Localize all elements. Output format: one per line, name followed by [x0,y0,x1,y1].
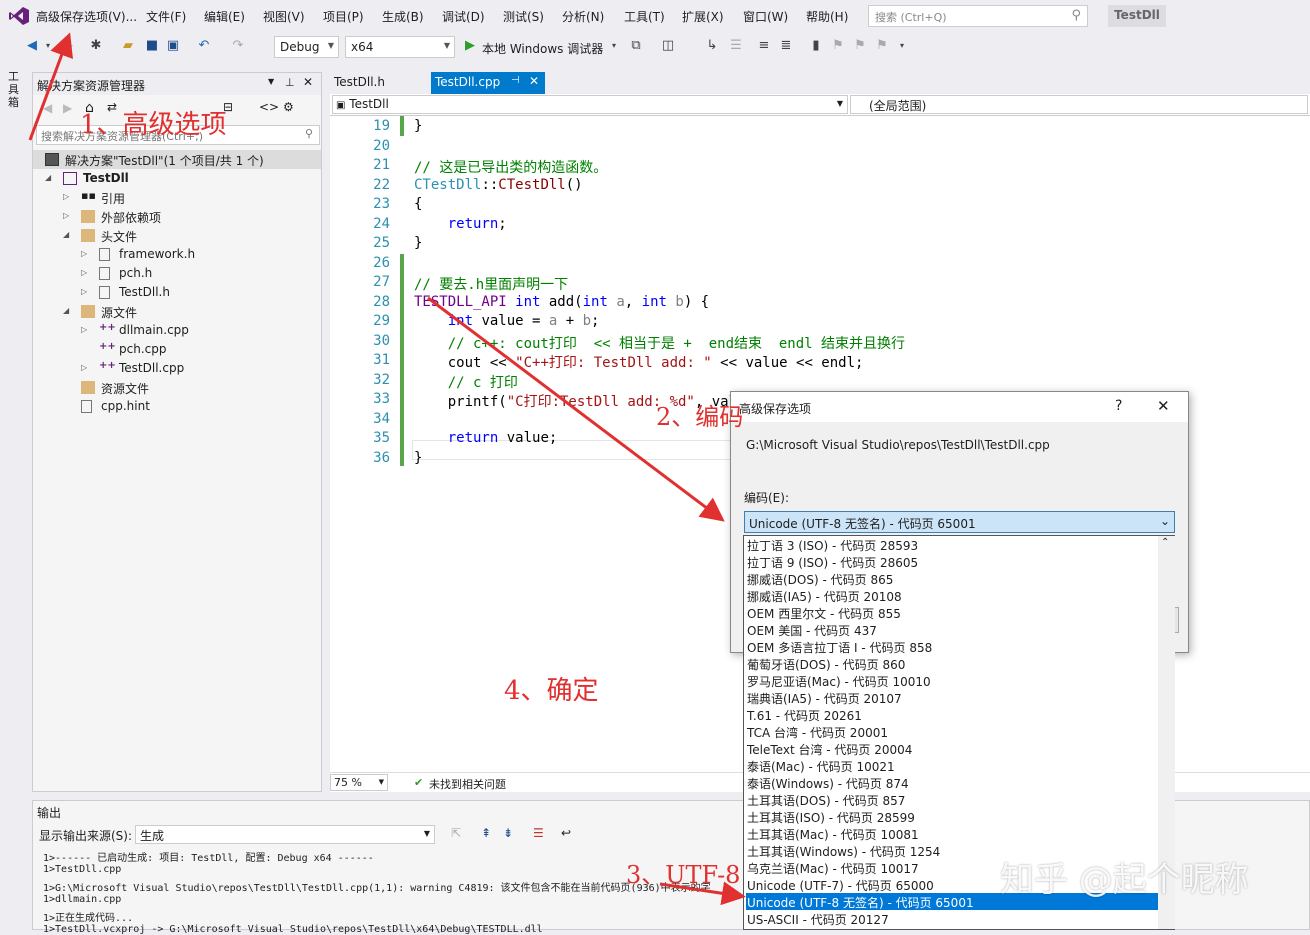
annotation-utf8: 3、UTF-8 [626,861,741,889]
arrow-1 [28,32,73,141]
annotation-confirm: 4、确定 [504,676,599,706]
annotation-advanced-options: 1、高级选项 [80,110,227,140]
watermark: 知乎 @起个昵称 [1000,860,1249,900]
annotation-encoding: 2、编码 [656,403,744,431]
